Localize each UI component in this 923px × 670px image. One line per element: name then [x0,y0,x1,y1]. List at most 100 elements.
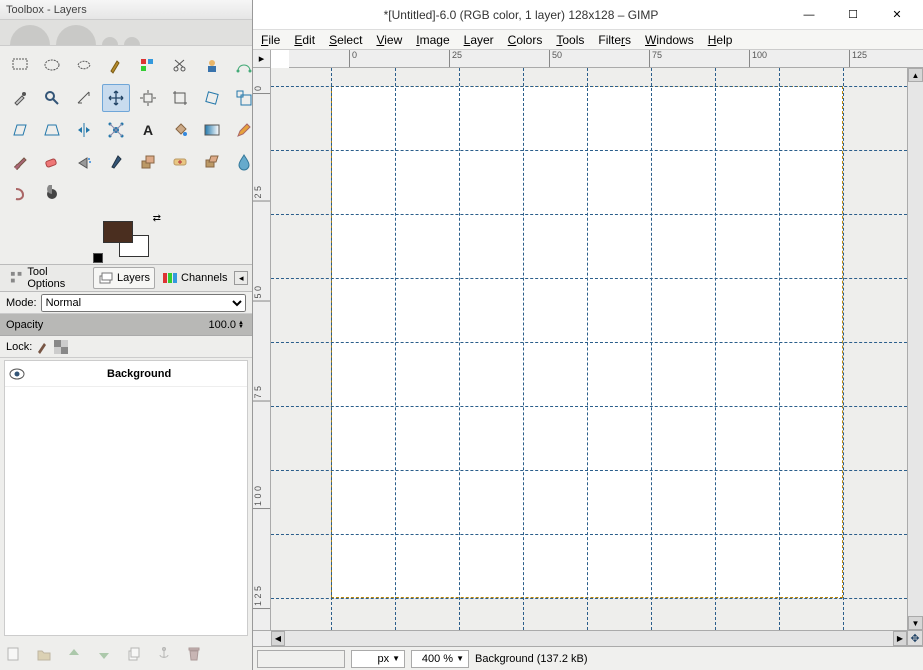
crop-tool[interactable] [166,84,194,112]
toolbox-title: Toolbox - Layers [0,0,252,20]
text-tool[interactable]: A [134,116,162,144]
move-tool[interactable] [102,84,130,112]
swap-colors-icon[interactable]: ⇄ [153,213,161,224]
window-title: *[Untitled]-6.0 (RGB color, 1 layer) 128… [253,8,789,22]
lock-label: Lock: [6,341,32,353]
foreground-color-swatch[interactable] [103,221,133,243]
fuzzy-select-tool[interactable] [102,52,130,80]
unit-selector[interactable]: px▼ [351,650,405,668]
reset-colors-icon[interactable] [93,253,103,263]
scroll-down-button[interactable]: ▼ [908,616,923,630]
ellipse-select-tool[interactable] [38,52,66,80]
scroll-right-button[interactable]: ▶ [893,631,907,646]
menu-help[interactable]: Help [708,33,733,47]
by-color-select-tool[interactable] [134,52,162,80]
channels-icon [162,270,178,286]
foreground-select-tool[interactable] [198,52,226,80]
navigation-widget[interactable]: ✥ [907,630,923,646]
mode-select[interactable]: Normal [41,294,246,312]
menu-tools[interactable]: Tools [556,33,584,47]
free-select-tool[interactable] [70,52,98,80]
measure-tool[interactable] [70,84,98,112]
menu-select[interactable]: Select [329,33,362,47]
close-button[interactable]: ✕ [877,4,917,26]
pointer-coordinates [257,650,345,668]
lower-layer-icon[interactable] [96,646,112,662]
layer-group-icon[interactable] [36,646,52,662]
menu-windows[interactable]: Windows [645,33,694,47]
lock-pixels-icon[interactable] [36,340,50,354]
eraser-tool[interactable] [38,148,66,176]
opacity-spinner[interactable]: ▲▼ [238,321,246,329]
canvas-area[interactable] [271,68,907,630]
toolbox-panel: Toolbox - Layers A [0,0,253,670]
horizontal-scrollbar[interactable]: ◀ ▶ [271,630,907,646]
color-picker-tool[interactable] [6,84,34,112]
menu-file[interactable]: File [261,33,280,47]
layer-actions [0,638,252,670]
ink-tool[interactable] [102,148,130,176]
dodge-burn-tool[interactable] [38,180,66,208]
bucket-fill-tool[interactable] [166,116,194,144]
status-bar: px▼ 400 %▼ Background (137.2 kB) [253,646,923,670]
flip-tool[interactable] [70,116,98,144]
tool-options-icon [9,270,24,286]
svg-text:A: A [143,122,153,138]
perspective-clone-tool[interactable] [198,148,226,176]
scroll-up-button[interactable]: ▲ [908,68,923,82]
mode-label: Mode: [6,297,37,309]
dock-menu-button[interactable]: ◂ [234,271,248,285]
menu-edit[interactable]: Edit [294,33,315,47]
menu-filters[interactable]: Filters [598,33,631,47]
menu-colors[interactable]: Colors [508,33,543,47]
scissors-tool[interactable] [166,52,194,80]
scroll-left-button[interactable]: ◀ [271,631,285,646]
layer-row[interactable]: Background [5,361,247,387]
delete-layer-icon[interactable] [186,646,202,662]
duplicate-layer-icon[interactable] [126,646,142,662]
minimize-button[interactable]: — [789,4,829,26]
opacity-row[interactable]: Opacity 100.0 ▲▼ [0,314,252,336]
menu-view[interactable]: View [376,33,402,47]
smudge-tool[interactable] [6,180,34,208]
layer-thumbnail [29,365,101,383]
perspective-tool[interactable] [38,116,66,144]
tab-tool-options[interactable]: Tool Options [4,263,91,293]
lock-row: Lock: [0,336,252,358]
menu-image[interactable]: Image [416,33,449,47]
rect-select-tool[interactable] [6,52,34,80]
top-ruler[interactable]: 0255075100125 [289,50,923,68]
shear-tool[interactable] [6,116,34,144]
zoom-selector[interactable]: 400 %▼ [411,650,469,668]
left-ruler[interactable]: 02 55 07 51 0 01 2 5 [253,68,271,630]
raise-layer-icon[interactable] [66,646,82,662]
airbrush-tool[interactable] [70,148,98,176]
anchor-layer-icon[interactable] [156,646,172,662]
rotate-tool[interactable] [198,84,226,112]
chevron-down-icon: ▼ [456,654,464,663]
cage-tool[interactable] [102,116,130,144]
zoom-tool[interactable] [38,84,66,112]
tab-layers-label: Layers [117,272,150,284]
window-titlebar: *[Untitled]-6.0 (RGB color, 1 layer) 128… [253,0,923,30]
lock-alpha-icon[interactable] [54,340,68,354]
tool-grid: A [0,46,252,214]
align-tool[interactable] [134,84,162,112]
tab-channels[interactable]: Channels [157,267,232,289]
paintbrush-tool[interactable] [6,148,34,176]
ruler-corner-menu[interactable]: ▸ [253,50,271,68]
maximize-button[interactable]: ☐ [833,4,873,26]
vertical-scrollbar[interactable]: ▲ ▼ [907,68,923,630]
toolbox-decoration [0,20,252,46]
clone-tool[interactable] [134,148,162,176]
new-layer-icon[interactable] [6,646,22,662]
visibility-eye-icon[interactable] [5,368,29,380]
tab-layers[interactable]: Layers [93,267,155,289]
layers-list: Background [4,360,248,636]
layer-name: Background [107,368,171,380]
dock-tabs: Tool Options Layers Channels ◂ [0,264,252,292]
blend-tool[interactable] [198,116,226,144]
opacity-value: 100.0 [208,319,236,331]
heal-tool[interactable] [166,148,194,176]
menu-layer[interactable]: Layer [464,33,494,47]
